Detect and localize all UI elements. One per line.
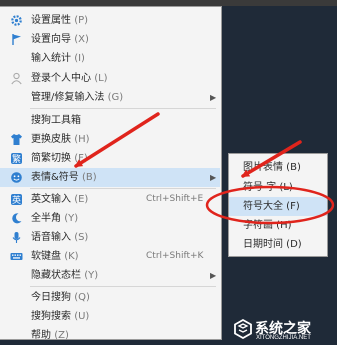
menu-item-setup-wizard[interactable]: 设置向导 (X) [0,30,220,49]
menu-item-emoji-symbols[interactable]: 表情&符号 (B) ▶ [0,168,220,187]
menu-separator [30,188,216,189]
menu-item-voice-input[interactable]: 语音输入 (S) [0,228,220,247]
menu-item-full-half-width[interactable]: 全半角 (Y) [0,209,220,228]
menu-item-toolbox[interactable]: 搜狗工具箱 [0,111,220,130]
moon-icon [10,212,23,225]
context-menu: 设置属性 (P) 设置向导 (X) 输入统计 (I) 登录个人中心 (L) 管理… [0,6,222,341]
submenu-arrow-icon: ▶ [210,93,217,102]
mic-icon [10,231,23,244]
flag-icon [10,33,23,46]
menu-item-manage-repair[interactable]: 管理/修复输入法 (G) ▶ [0,88,220,107]
menu-item-sogou-search[interactable]: 搜狗搜索 (U) [0,307,220,326]
menu-separator [30,108,216,109]
traditional-icon: 繁 [10,152,23,165]
menu-item-change-skin[interactable]: 更换皮肤 (H) [0,130,220,149]
svg-text:繁: 繁 [12,153,21,165]
logo-icon [234,319,252,339]
gear-icon [10,14,23,27]
menu-item-login[interactable]: 登录个人中心 (L) [0,69,220,88]
english-icon: 英 [10,193,23,206]
submenu-item-char-art[interactable]: 字符画 (H) [229,216,327,235]
emoji-symbols-submenu: 图片表情 (B) 符号 字 (L) 符号大全 (F) 字符画 (H) 日期时间 … [228,153,328,257]
menu-item-label: 设置属性 (P) [31,15,89,26]
menu-item-trad-simp[interactable]: 繁 简繁切换 (F) [0,149,220,168]
menu-item-soft-keyboard[interactable]: 软键盘 (K) Ctrl+Shift+K [0,247,220,266]
svg-text:英: 英 [12,194,21,206]
submenu-item-symbol-collection[interactable]: 符号大全 (F) [229,197,327,216]
shirt-icon [10,133,23,146]
menu-separator [30,286,216,287]
submenu-arrow-icon: ▶ [210,173,217,182]
menu-item-input-stats[interactable]: 输入统计 (I) [0,49,220,68]
menu-item-today-sogou[interactable]: 今日搜狗 (Q) [0,288,220,307]
watermark-url: XITONGZHIJIA.NET [256,335,311,341]
watermark: 系统之家 XITONGZHIJIA.NET [233,318,337,342]
menu-item-settings[interactable]: 设置属性 (P) [0,11,220,30]
keyboard-icon [10,250,23,263]
user-icon [10,72,23,85]
shortcut-text: Ctrl+Shift+K [146,251,204,261]
menu-item-hide-status-bar[interactable]: 隐藏状态栏 (Y) ▶ [0,266,220,285]
submenu-item-date-time[interactable]: 日期时间 (D) [229,235,327,254]
menu-item-help[interactable]: 帮助 (Z) [0,326,220,345]
shortcut-text: Ctrl+Shift+E [146,194,204,204]
smiley-icon [10,171,23,184]
submenu-item-symbol-char[interactable]: 符号 字 (L) [229,178,327,197]
menu-item-english-input[interactable]: 英 英文输入 (E) Ctrl+Shift+E [0,190,220,209]
submenu-arrow-icon: ▶ [210,271,217,280]
submenu-item-image-emoji[interactable]: 图片表情 (B) [229,158,327,177]
